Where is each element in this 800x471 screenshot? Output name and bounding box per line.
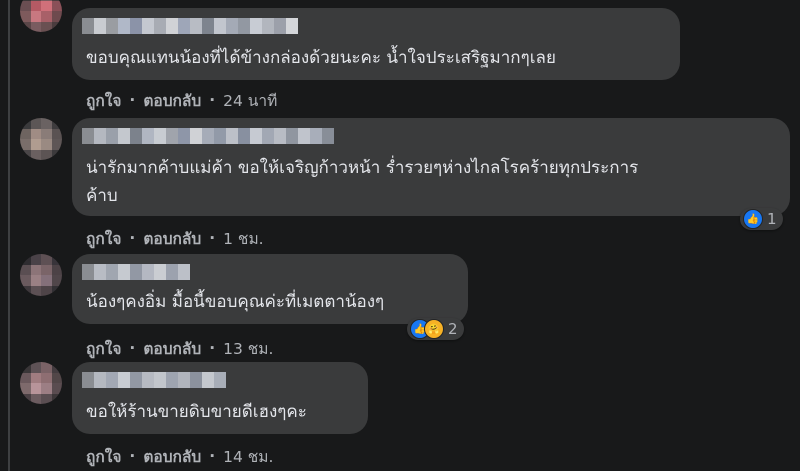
reply-button[interactable]: ตอบกลับ [143, 88, 201, 113]
comment-text: น้องๆคงอิ่ม มื้อนี้ขอบคุณค่ะที่เมตตาน้อง… [86, 292, 385, 312]
separator: · [129, 91, 136, 109]
comment-feed: ขอบคุณแทนน้องที่ได้ข้างกล่องด้วยนะคะ น้ำ… [0, 0, 800, 471]
like-button[interactable]: ถูกใจ [86, 336, 121, 361]
separator: · [209, 339, 216, 357]
reaction-count: 2 [448, 320, 458, 338]
reply-button[interactable]: ตอบกลับ [143, 336, 201, 361]
reaction-summary[interactable]: 👍 🤗 2 [407, 318, 464, 340]
separator: · [129, 447, 136, 465]
comment-timestamp[interactable]: 13 ชม. [223, 336, 273, 361]
reaction-summary[interactable]: 👍 1 [740, 208, 783, 230]
reaction-count: 1 [767, 210, 777, 228]
comment-bubble: ขอให้ร้านขายดิบขายดีเฮงๆคะ [72, 362, 368, 434]
avatar[interactable] [20, 118, 62, 160]
avatar[interactable] [20, 254, 62, 296]
reply-button[interactable]: ตอบกลับ [143, 226, 201, 251]
reply-button[interactable]: ตอบกลับ [143, 444, 201, 469]
comment-actions: ถูกใจ · ตอบกลับ · 13 ชม. [86, 336, 273, 360]
comment-timestamp[interactable]: 14 ชม. [223, 444, 273, 469]
author-name-blurred[interactable] [82, 264, 190, 280]
separator: · [209, 447, 216, 465]
comment-text: ขอบคุณแทนน้องที่ได้ข้างกล่องด้วยนะคะ น้ำ… [86, 48, 556, 68]
like-reaction-icon: 👍 [743, 209, 763, 229]
avatar[interactable] [20, 0, 62, 32]
author-name-blurred[interactable] [82, 372, 226, 388]
comment-actions: ถูกใจ · ตอบกลับ · 1 ชม. [86, 226, 264, 250]
comment-text: น่ารักมากค้าบแม่ค้า ขอให้เจริญก้าวหน้า ร… [86, 158, 639, 206]
care-reaction-icon: 🤗 [424, 319, 444, 339]
separator: · [209, 91, 216, 109]
comment-text: ขอให้ร้านขายดิบขายดีเฮงๆคะ [86, 402, 307, 422]
separator: · [129, 229, 136, 247]
separator: · [209, 229, 216, 247]
like-button[interactable]: ถูกใจ [86, 226, 121, 251]
author-name-blurred[interactable] [82, 18, 298, 34]
comment-actions: ถูกใจ · ตอบกลับ · 14 ชม. [86, 444, 273, 468]
author-name-blurred[interactable] [82, 128, 334, 144]
comment-timestamp[interactable]: 24 นาที [223, 88, 277, 113]
comment-bubble: น่ารักมากค้าบแม่ค้า ขอให้เจริญก้าวหน้า ร… [72, 118, 790, 216]
like-button[interactable]: ถูกใจ [86, 88, 121, 113]
comment-bubble: น้องๆคงอิ่ม มื้อนี้ขอบคุณค่ะที่เมตตาน้อง… [72, 254, 468, 324]
comment-bubble: ขอบคุณแทนน้องที่ได้ข้างกล่องด้วยนะคะ น้ำ… [72, 8, 680, 80]
avatar[interactable] [20, 362, 62, 404]
comment-actions: ถูกใจ · ตอบกลับ · 24 นาที [86, 88, 277, 112]
comment-timestamp[interactable]: 1 ชม. [223, 226, 263, 251]
thread-line [8, 0, 10, 471]
like-button[interactable]: ถูกใจ [86, 444, 121, 469]
separator: · [129, 339, 136, 357]
